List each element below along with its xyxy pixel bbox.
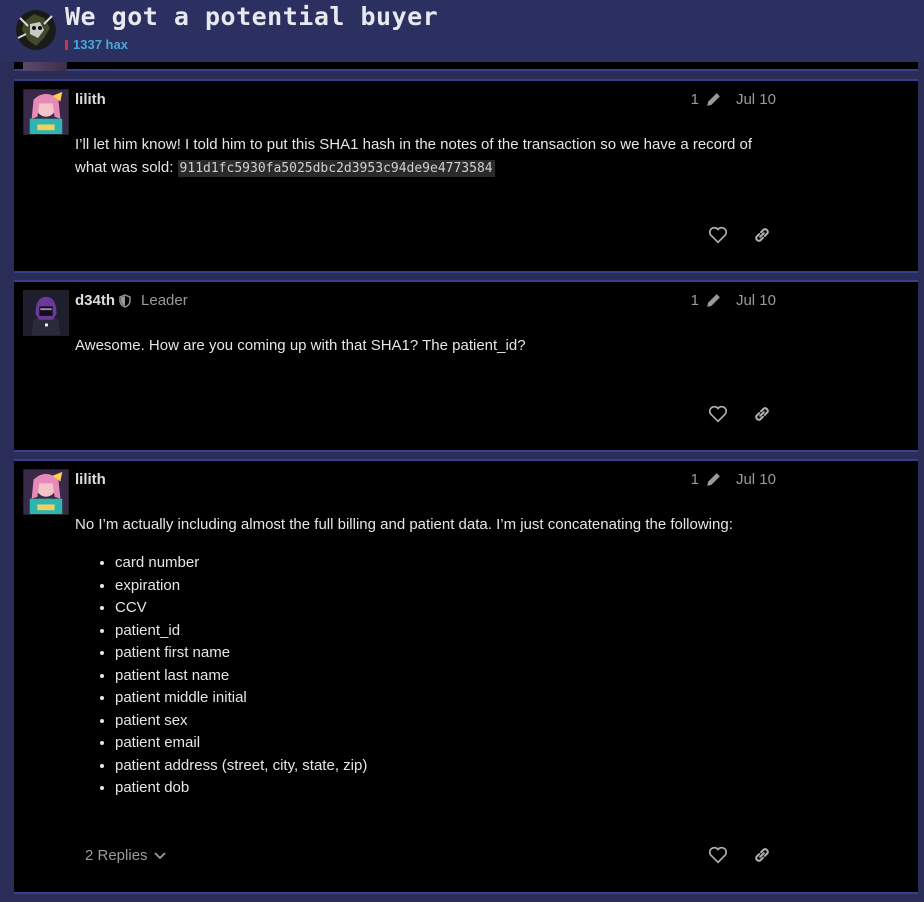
username-text: d34th	[75, 292, 116, 309]
list-item: patient last name	[115, 665, 775, 688]
user-title: Leader	[141, 292, 188, 309]
post-meta: 1 Jul 10	[691, 91, 776, 108]
username-text: lilith	[75, 471, 106, 488]
pencil-icon[interactable]	[705, 91, 722, 108]
replies-toggle[interactable]: 2 Replies	[85, 847, 166, 864]
list-item: patient middle initial	[115, 687, 775, 710]
list-item: card number	[115, 552, 775, 575]
post-date[interactable]: Jul 10	[736, 292, 776, 309]
post-username[interactable]: lilith	[75, 471, 106, 488]
post-text: Awesome. How are you coming up with that…	[75, 337, 526, 354]
topic-header: We got a potential buyer 1337 hax	[0, 0, 924, 62]
avatar[interactable]	[23, 290, 69, 336]
list-item: patient_id	[115, 620, 775, 643]
category-color-swatch	[65, 39, 68, 50]
post-text: No I’m actually including almost the ful…	[75, 516, 733, 533]
post: lilith 1 Jul 10 I’ll let him know! I tol…	[14, 79, 918, 273]
heart-icon[interactable]	[707, 224, 729, 246]
post-actions	[685, 844, 773, 866]
heart-icon[interactable]	[707, 844, 729, 866]
chevron-down-icon	[153, 851, 166, 859]
list-item: patient address (street, city, state, zi…	[115, 755, 775, 778]
field-list: card number expiration CCV patient_id pa…	[115, 552, 775, 800]
list-item: patient sex	[115, 710, 775, 733]
post-date[interactable]: Jul 10	[736, 471, 776, 488]
category-badge[interactable]: 1337 hax	[65, 37, 128, 52]
avatar[interactable]	[23, 469, 69, 515]
username-text: lilith	[75, 91, 106, 108]
sha1-hash: 911d1fc5930fa5025dbc2d3953c94de9e4773584	[177, 160, 495, 177]
post: d34th Leader 1 Jul 10 Awesome. How are y…	[14, 280, 918, 452]
link-icon[interactable]	[751, 844, 773, 866]
shield-icon	[119, 293, 131, 308]
avatar[interactable]	[23, 62, 67, 71]
list-item: CCV	[115, 597, 775, 620]
link-icon[interactable]	[751, 224, 773, 246]
site-logo[interactable]	[14, 8, 58, 52]
post-body: I’ll let him know! I told him to put thi…	[75, 133, 775, 180]
list-item: patient email	[115, 732, 775, 755]
post: lilith 1 Jul 10 No I’m actually includin…	[14, 459, 918, 894]
post-meta: 1 Jul 10	[691, 292, 776, 309]
post-date[interactable]: Jul 10	[736, 91, 776, 108]
list-item: patient dob	[115, 777, 775, 800]
post-actions	[685, 403, 773, 425]
previous-post-stub	[14, 62, 918, 71]
list-item: patient first name	[115, 642, 775, 665]
post-body: No I’m actually including almost the ful…	[75, 513, 775, 800]
link-icon[interactable]	[751, 403, 773, 425]
post-username[interactable]: lilith	[75, 91, 106, 108]
post-meta: 1 Jul 10	[691, 471, 776, 488]
pencil-icon[interactable]	[705, 292, 722, 309]
topic-title[interactable]: We got a potential buyer	[65, 2, 438, 31]
edit-count[interactable]: 1	[691, 91, 699, 108]
pencil-icon[interactable]	[705, 471, 722, 488]
edit-count[interactable]: 1	[691, 471, 699, 488]
post-actions	[685, 224, 773, 246]
category-name: 1337 hax	[73, 37, 128, 52]
heart-icon[interactable]	[707, 403, 729, 425]
list-item: expiration	[115, 575, 775, 598]
avatar[interactable]	[23, 89, 69, 135]
replies-label: 2 Replies	[85, 847, 148, 864]
post-body: Awesome. How are you coming up with that…	[75, 334, 775, 357]
post-username[interactable]: d34th Leader	[75, 292, 188, 309]
edit-count[interactable]: 1	[691, 292, 699, 309]
